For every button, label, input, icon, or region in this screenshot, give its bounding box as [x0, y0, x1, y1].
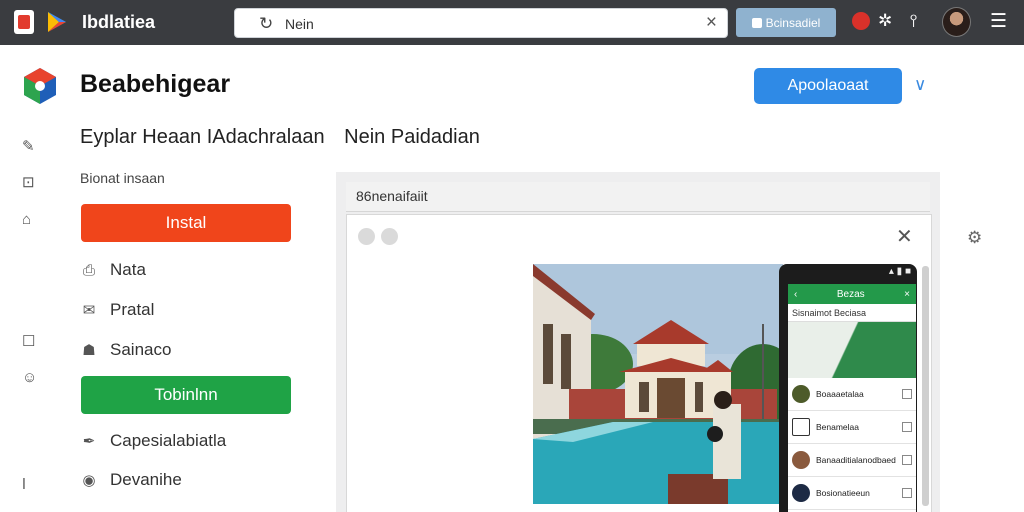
clear-icon[interactable]: × [706, 12, 717, 34]
row-label: Banaaditialanodbaed [816, 455, 896, 465]
row-label: Benamelaa [816, 422, 860, 432]
circle-icon: ◉ [82, 472, 96, 489]
rail-home-icon[interactable]: ⌂ [22, 211, 31, 228]
page-title-main: Eyplar Heaan IAdachralaan [80, 126, 325, 148]
chevron-down-icon[interactable]: ∨ [914, 75, 926, 95]
list-item-label: Nata [110, 260, 146, 279]
row-checkbox[interactable] [902, 455, 912, 465]
rail-inbox-icon[interactable]: ⊡ [22, 173, 35, 191]
reload-icon[interactable]: ↻ [259, 14, 273, 34]
topbar-button-label: Bcinsadiel [765, 15, 821, 30]
phone-app-bar: ‹ Bezas × [788, 284, 916, 304]
menu-icon[interactable]: ☰ [990, 10, 1007, 33]
address-bar[interactable]: ↻ Nein × [234, 8, 728, 38]
back-icon[interactable]: ‹ [794, 289, 797, 300]
list-item[interactable]: ✉ Pratal [80, 298, 155, 322]
row-thumbnail [792, 484, 810, 502]
green-button[interactable]: Tobinlnn [81, 376, 291, 414]
person-icon: ☗ [82, 342, 96, 359]
address-text[interactable]: Nein [285, 16, 314, 32]
phone-list-row[interactable]: Benamelaa [788, 411, 916, 444]
pen-icon: ✒ [82, 433, 96, 450]
row-checkbox[interactable] [902, 389, 912, 399]
control-dot-icon[interactable] [381, 228, 398, 245]
rail-square-icon[interactable]: ☐ [22, 332, 35, 350]
close-icon[interactable]: × [904, 289, 910, 300]
page-title: Eyplar Heaan IAdachralaan Nein Paidadian [80, 126, 480, 149]
row-label: Bosionatieeun [816, 488, 870, 498]
list-item[interactable]: ◉ Devanihe [80, 468, 182, 492]
list-item[interactable]: ☗ Sainaco [80, 338, 171, 362]
phone-banner-image [788, 322, 916, 378]
phone-list-row[interactable]: Banaaditialanodbaed [788, 444, 916, 477]
avatar[interactable] [942, 7, 971, 37]
primary-button[interactable]: Apoolaoaat [754, 68, 902, 104]
app-logo [24, 68, 56, 104]
row-checkbox[interactable] [902, 488, 912, 498]
mail-icon: ✉ [82, 302, 96, 319]
row-checkbox[interactable] [902, 422, 912, 432]
pin-icon[interactable]: ⫯ [910, 11, 917, 31]
document-icon[interactable] [14, 10, 34, 34]
phone-mockup: ▴ ▮ ■ ‹ Bezas × Sisnaimot Beciasa Boaaae… [779, 264, 917, 512]
row-thumbnail [792, 451, 810, 469]
row-thumbnail [792, 385, 810, 403]
phone-list-row[interactable]: Boaaaetalaa [788, 378, 916, 411]
close-icon[interactable]: ✕ [896, 224, 913, 249]
page-title-secondary: Nein Paidadian [344, 126, 480, 148]
phone-screen: Sisnaimot Beciasa Boaaaetalaa Benamelaa … [788, 304, 916, 512]
section-label: Bionat insaan [80, 170, 165, 186]
status-bar: ▴ ▮ ■ [888, 266, 911, 277]
phone-list-row[interactable]: Bosionatieeun [788, 477, 916, 510]
square-icon [751, 17, 762, 28]
rail-pin-icon[interactable]: ǀ [22, 476, 26, 493]
top-bar: Ibdlatiea ↻ Nein × Bcinsadiel ✲ ⫯ ☰ [0, 0, 1024, 45]
notification-icon[interactable] [852, 12, 870, 30]
app-name: Beabehigear [80, 70, 231, 98]
row-thumbnail [792, 418, 810, 436]
install-button[interactable]: Instal [81, 204, 291, 242]
list-item-label: Devanihe [110, 470, 182, 489]
preview-controls [358, 228, 398, 245]
topbar-button[interactable]: Bcinsadiel [736, 8, 836, 37]
gear-icon[interactable]: ⚙ [967, 228, 982, 248]
control-dot-icon[interactable] [358, 228, 375, 245]
rail-face-icon[interactable]: ☺ [22, 369, 37, 386]
list-item-label: Sainaco [110, 340, 172, 359]
play-store-icon[interactable] [46, 10, 68, 34]
settings-icon[interactable]: ✲ [878, 11, 892, 31]
row-label: Boaaaetalaa [816, 389, 864, 399]
app-title: Ibdlatiea [82, 12, 156, 32]
note-icon: ⎙ [82, 261, 95, 279]
preview-photo [533, 264, 783, 504]
preview-scrollbar[interactable] [922, 266, 929, 506]
preview-header: 86nenaifaiit [346, 182, 930, 212]
list-item-label: Capesialabiatla [110, 431, 227, 450]
list-item[interactable]: ⎙ Nata [80, 258, 146, 282]
rail-edit-icon[interactable]: ✎ [22, 137, 35, 155]
phone-app-title: Bezas [836, 288, 865, 300]
phone-subtitle: Sisnaimot Beciasa [788, 304, 916, 322]
list-item-label: Pratal [110, 300, 155, 319]
list-item[interactable]: ✒ Capesialabiatla [80, 429, 227, 453]
